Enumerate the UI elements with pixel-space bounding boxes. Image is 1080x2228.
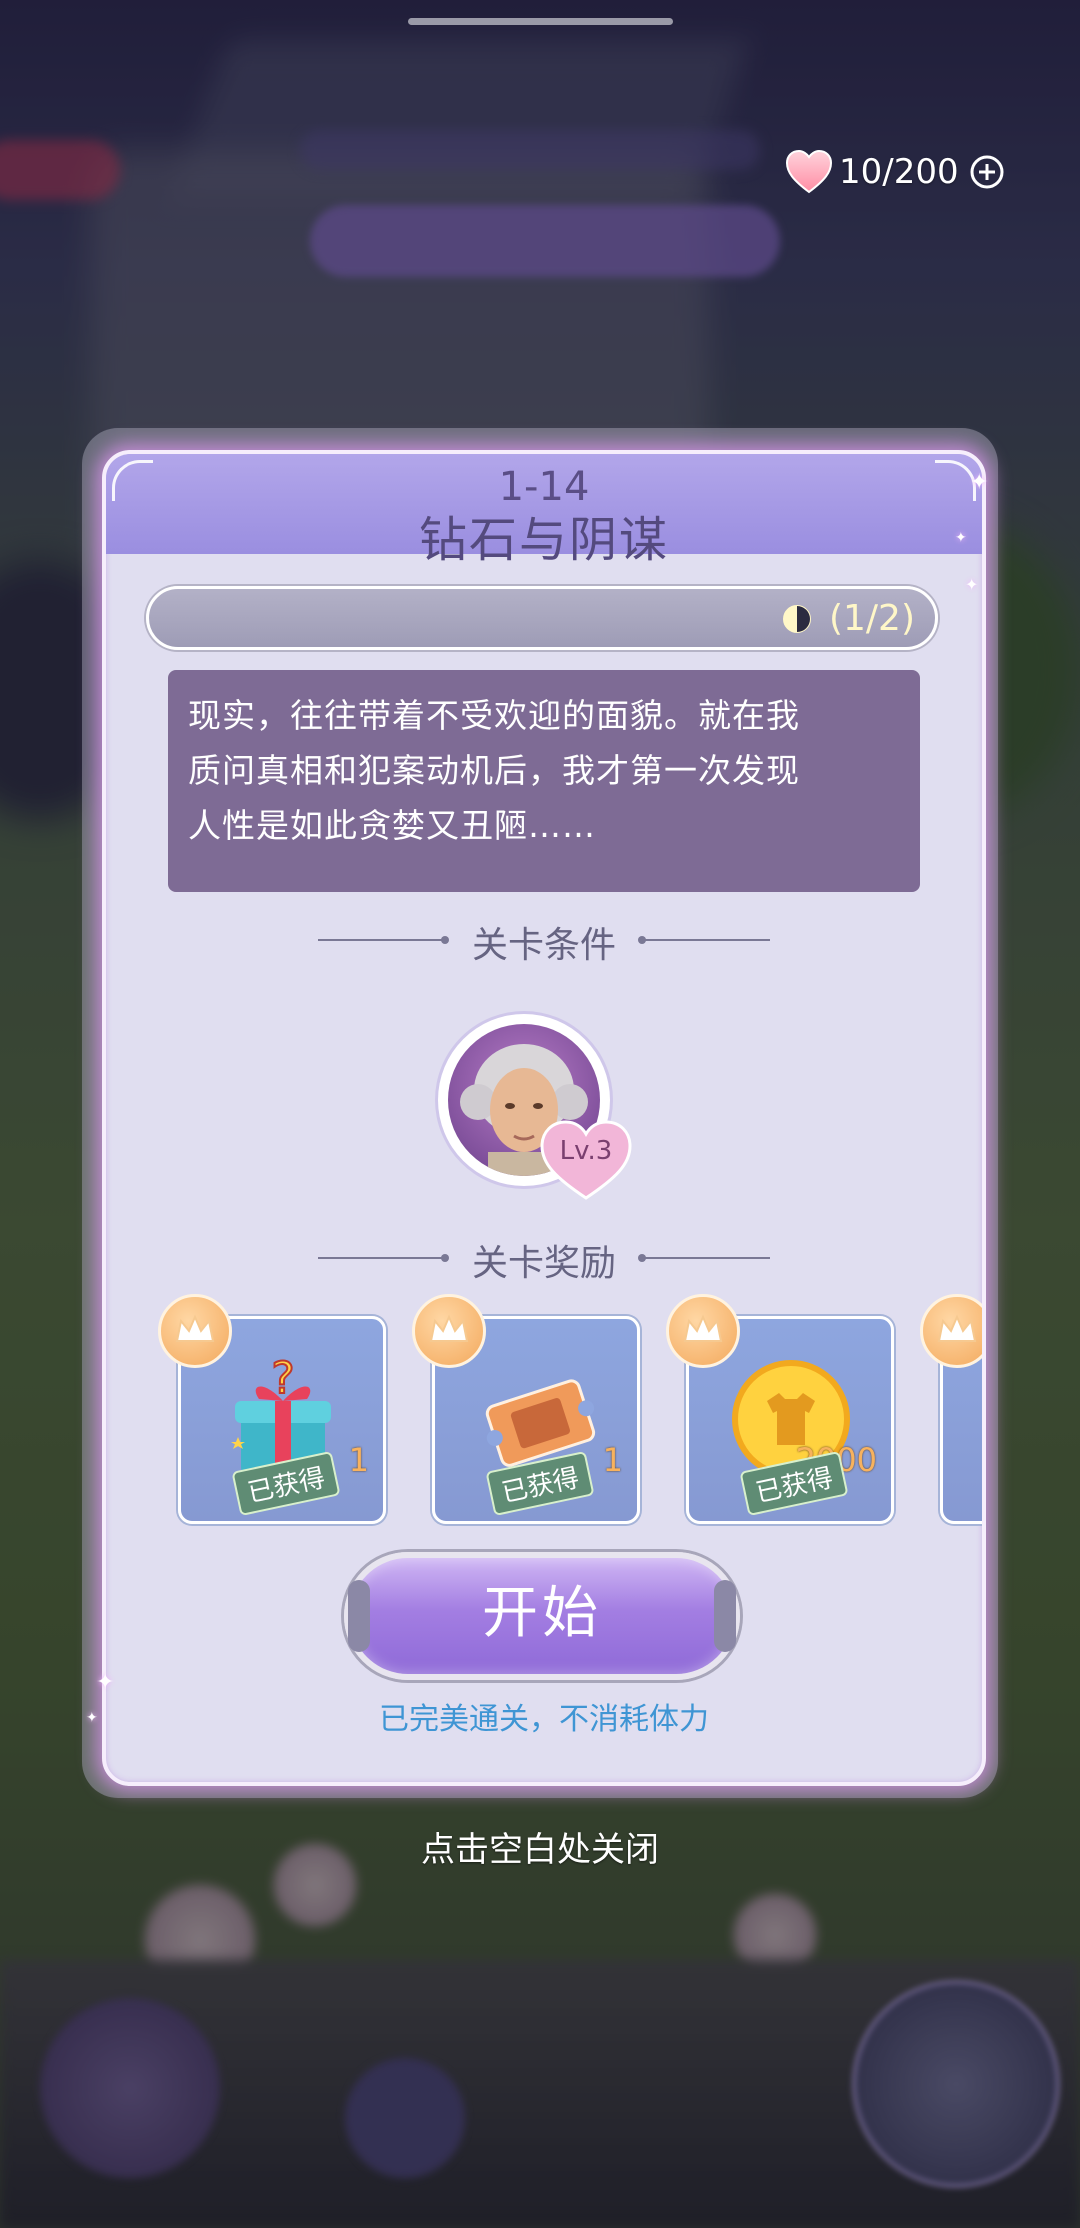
heart-icon xyxy=(785,149,833,194)
sparkle-icon: ✦ xyxy=(955,530,967,546)
crown-icon xyxy=(683,1314,723,1342)
crown-icon xyxy=(937,1314,977,1342)
story-line: 质问真相和犯案动机后，我才第一次发现 xyxy=(188,751,800,790)
half-moon-icon xyxy=(783,605,811,633)
crown-badge xyxy=(666,1294,740,1368)
level-title: 钻石与阴谋 xyxy=(418,512,669,568)
dialog-header: 1-14 钻石与阴谋 xyxy=(106,454,982,568)
progress-text: (1/2) xyxy=(828,598,915,639)
level-dialog: 1-14 钻石与阴谋 (1/2) 现实，往往带着不受欢迎的面貌。就在我 质问真相… xyxy=(102,450,986,1786)
reward-quantity: 1 xyxy=(348,1441,369,1479)
perfect-clear-note: 已完美通关，不消耗体力 xyxy=(379,1702,709,1737)
divider-line xyxy=(644,939,770,941)
sparkle-icon: ✦ xyxy=(86,1710,98,1726)
crown-badge xyxy=(920,1294,982,1368)
story-line: 人性是如此贪婪又丑陋…… xyxy=(188,806,596,845)
start-button[interactable]: 开始 xyxy=(344,1552,740,1680)
svg-text:?: ? xyxy=(271,1353,294,1404)
rewards-heading: 关卡奖励 xyxy=(471,1243,616,1284)
crown-badge xyxy=(158,1294,232,1368)
crown-icon xyxy=(429,1314,469,1342)
sparkle-icon: ✦ xyxy=(970,470,989,495)
level-badge: Lv.3 xyxy=(559,1136,613,1166)
sparkle-icon: ✦ xyxy=(965,575,979,594)
sparkle-icon: ✦ xyxy=(96,1670,115,1695)
start-button-label: 开始 xyxy=(482,1581,602,1646)
plus-circle-icon[interactable] xyxy=(969,154,1005,190)
crown-badge xyxy=(412,1294,486,1368)
stamina-counter: 10/200 xyxy=(783,146,1005,198)
story-line: 现实，往往带着不受欢迎的面貌。就在我 xyxy=(188,696,800,735)
divider-line xyxy=(644,1257,770,1259)
button-edge xyxy=(348,1580,370,1652)
conditions-heading: 关卡条件 xyxy=(471,925,616,966)
close-hint[interactable]: 点击空白处关闭 xyxy=(0,1822,1080,1871)
home-indicator xyxy=(408,18,673,25)
crown-icon xyxy=(175,1314,215,1342)
progress-bar: (1/2) xyxy=(146,586,938,650)
button-edge xyxy=(714,1580,736,1652)
reward-quantity: 1 xyxy=(602,1441,623,1479)
story-text-box: 现实，往往带着不受欢迎的面貌。就在我 质问真相和犯案动机后，我才第一次发现 人性… xyxy=(168,670,920,892)
stamina-text: 10/200 xyxy=(839,152,959,192)
